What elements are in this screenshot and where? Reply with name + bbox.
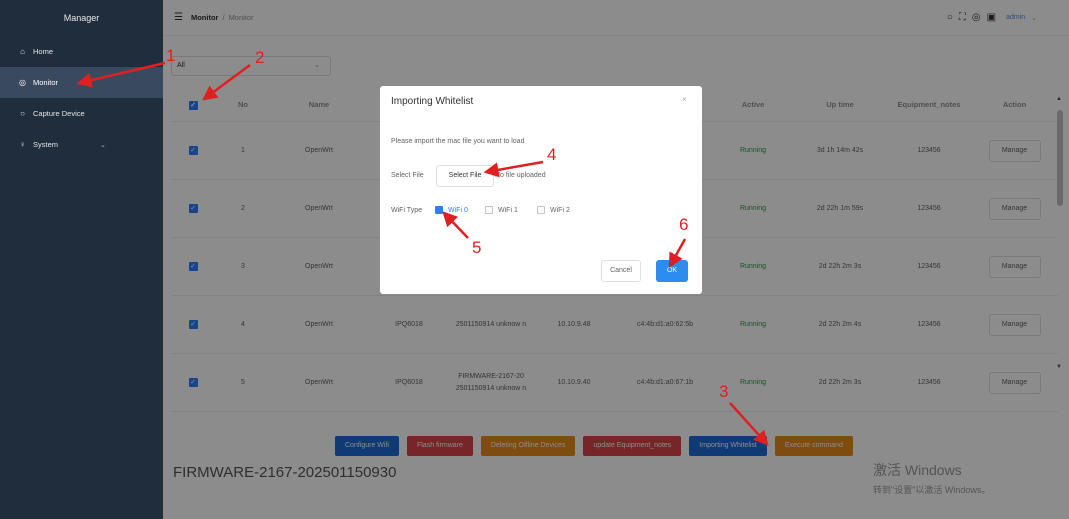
wifi-type-label: WiFi Type: [391, 207, 422, 214]
checkbox-icon: [537, 206, 545, 214]
sidebar-title: Manager: [63, 13, 100, 23]
dialog-description: Please import the mac file you want to l…: [391, 138, 525, 145]
checkbox-checked-icon: [435, 206, 443, 214]
sidebar-item-label: Capture Device: [33, 109, 85, 118]
chevron-down-icon[interactable]: ⌄: [100, 141, 106, 149]
home-icon: ⌂: [20, 47, 25, 56]
wifi1-label: WiFi 1: [498, 206, 518, 214]
annotation-label-5: 5: [472, 238, 482, 257]
dialog-title: Importing Whitelist: [391, 96, 474, 107]
sidebar-item-monitor[interactable]: ◎ Monitor: [0, 67, 163, 98]
sidebar: Manager ⌂ Home ◎ Monitor ○ Capture Devic…: [0, 0, 163, 519]
ok-button[interactable]: OK: [656, 260, 688, 282]
checkbox-icon: [485, 206, 493, 214]
sidebar-item-label: Monitor: [33, 78, 59, 87]
wifi2-checkbox[interactable]: WiFi 2: [537, 206, 570, 214]
annotation-label-1: 1: [166, 46, 176, 65]
close-icon[interactable]: ×: [682, 95, 687, 104]
file-status: No file uploaded: [495, 172, 546, 179]
sidebar-item-label: System: [33, 140, 59, 149]
importing-whitelist-dialog: Importing Whitelist × Please import the …: [380, 86, 702, 294]
user-icon: ♀: [19, 140, 26, 149]
annotation-label-2: 2: [255, 48, 265, 67]
annotation-label-6: 6: [679, 215, 689, 234]
wifi2-label: WiFi 2: [550, 206, 570, 214]
sidebar-item-home[interactable]: ⌂ Home: [0, 36, 163, 67]
wifi0-checkbox[interactable]: WiFi 0: [435, 206, 468, 214]
search-icon: ○: [20, 109, 25, 118]
annotation-label-4: 4: [547, 145, 557, 164]
select-file-label: Select File: [391, 172, 424, 179]
annotation-label-3: 3: [719, 382, 729, 401]
cancel-button[interactable]: Cancel: [601, 260, 641, 282]
sidebar-item-label: Home: [33, 47, 54, 56]
sidebar-item-capture-device[interactable]: ○ Capture Device: [0, 98, 163, 129]
wifi0-label: WiFi 0: [448, 206, 468, 214]
sidebar-item-system[interactable]: ♀ System ⌄: [0, 129, 163, 160]
select-file-button[interactable]: Select File: [436, 165, 494, 187]
wifi1-checkbox[interactable]: WiFi 1: [485, 206, 518, 214]
monitor-icon: ◎: [19, 78, 26, 87]
